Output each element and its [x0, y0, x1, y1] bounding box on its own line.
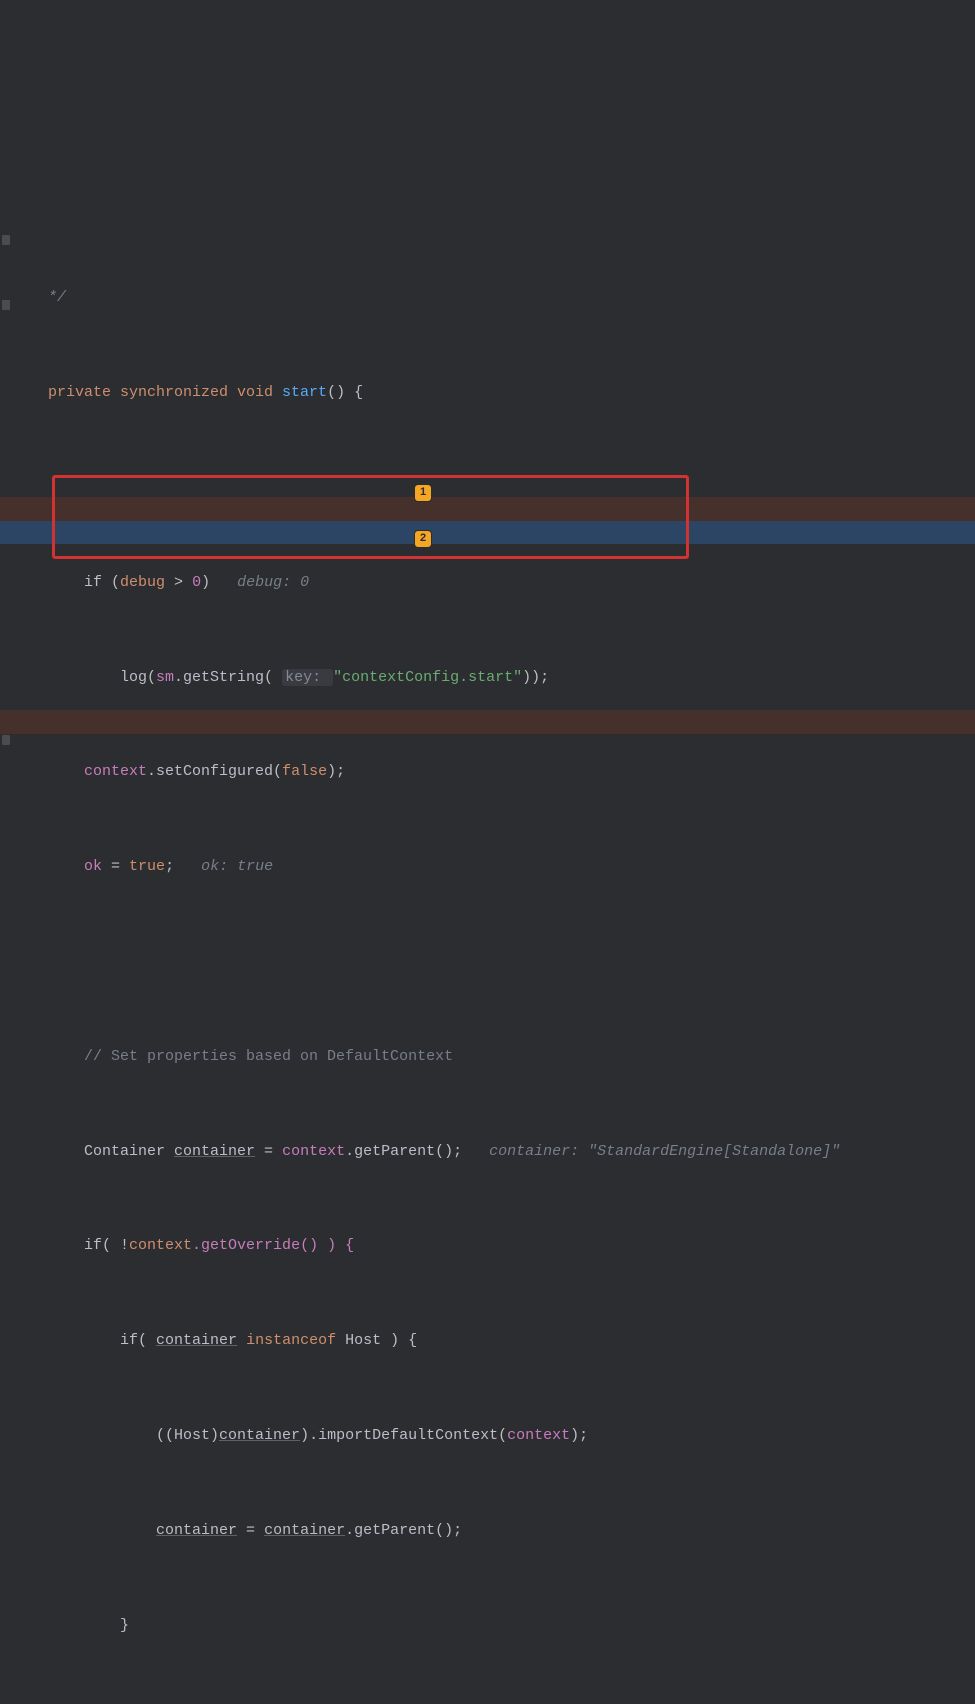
comment: // Set properties based on DefaultContex… [12, 1048, 453, 1065]
keywords: private synchronized void [12, 384, 282, 401]
code-line[interactable]: } [12, 1614, 975, 1638]
code-line[interactable] [12, 950, 975, 974]
code-line[interactable]: Container container = context.getParent(… [12, 1140, 975, 1164]
code-line[interactable]: if( !context.getOverride() ) { [12, 1234, 975, 1258]
annotation-badge-2: 2 [414, 530, 432, 548]
code-line[interactable]: // Set properties based on DefaultContex… [12, 1045, 975, 1069]
code-line[interactable]: ((Host)container).importDefaultContext(c… [12, 1424, 975, 1448]
comment-end: */ [12, 289, 66, 306]
param-hint: key: [282, 669, 333, 686]
line-highlight-error [0, 710, 975, 734]
code-line[interactable]: if (debug > 0) debug: 0 [12, 571, 975, 595]
code-line[interactable]: context.setConfigured(false); [12, 760, 975, 784]
code-line[interactable] [12, 476, 975, 500]
inline-hint: ok: true [201, 858, 273, 875]
annotation-badge-1: 1 [414, 484, 432, 502]
text: () { [327, 384, 363, 401]
line-highlight-selected [0, 521, 975, 545]
code-line[interactable]: log(sm.getString( key: "contextConfig.st… [12, 666, 975, 690]
code-line[interactable]: container = container.getParent(); [12, 1519, 975, 1543]
code-line[interactable]: private synchronized void start() { [12, 381, 975, 405]
code-line[interactable]: ok = true; ok: true [12, 855, 975, 879]
method-name: start [282, 384, 327, 401]
inline-hint: debug: 0 [237, 574, 309, 591]
code-line[interactable]: if( container instanceof Host ) { [12, 1329, 975, 1353]
line-highlight-error [0, 497, 975, 521]
inline-hint: container: "StandardEngine[Standalone]" [489, 1143, 840, 1160]
code-editor[interactable]: */ private synchronized void start() { i… [0, 0, 975, 1704]
code-line[interactable]: */ [12, 286, 975, 310]
